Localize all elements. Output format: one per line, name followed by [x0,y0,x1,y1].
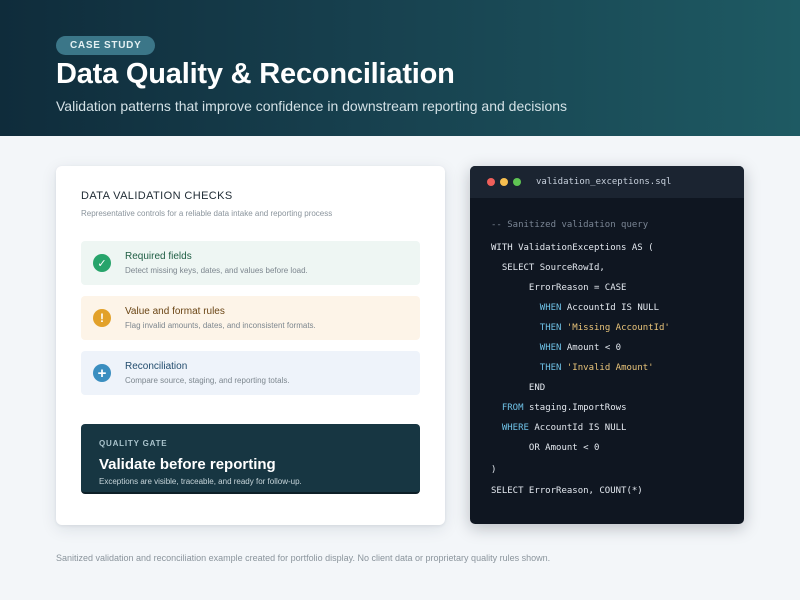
code-window-titlebar: validation_exceptions.sql [470,166,744,198]
code-token: SELECT ErrorReason, COUNT(*) [491,486,643,496]
gate-description: Exceptions are visible, traceable, and r… [99,477,302,486]
code-token: WITH ValidationExceptions AS ( [491,243,654,253]
check-circle-icon: ✓ [93,254,111,272]
check-description: Flag invalid amounts, dates, and inconsi… [125,321,316,330]
code-line: WHEN AccountId IS NULL [491,303,659,317]
check-label: Reconciliation [125,361,188,372]
code-line: SELECT SourceRowId, [491,263,605,277]
code-token: staging.ImportRows [523,403,627,413]
close-window-dot [487,178,495,186]
page-title: Data Quality & Reconciliation [56,58,455,90]
card-title: DATA VALIDATION CHECKS [81,190,233,202]
code-token: WHERE [501,423,529,433]
footer-note: Sanitized validation and reconciliation … [56,553,551,563]
page-subtitle: Validation patterns that improve confide… [56,98,568,114]
code-token: SELECT SourceRowId, [491,263,605,273]
code-line: SELECT ErrorReason, COUNT(*) [491,486,643,500]
code-line: THEN 'Invalid Amount' [491,363,654,377]
code-token: AccountId IS NULL [561,303,660,313]
quality-gate-panel: QUALITY GATE Validate before reporting E… [81,424,420,494]
hero-banner: CASE STUDY Data Quality & Reconciliation… [0,0,800,136]
code-line: WHEN Amount < 0 [491,343,621,357]
check-description: Detect missing keys, dates, and values b… [125,266,308,275]
code-filename: validation_exceptions.sql [536,177,672,187]
code-token: THEN [539,363,562,373]
code-line: WITH ValidationExceptions AS ( [491,243,654,257]
code-token: WHEN [539,303,562,313]
check-description: Compare source, staging, and reporting t… [125,376,290,385]
code-line: END [491,383,545,397]
code-token: FROM [501,403,524,413]
code-token: -- Sanitized validation query [491,220,649,230]
code-token: 'Invalid Amount' [566,363,654,373]
code-token: ) [491,465,497,475]
validation-card: DATA VALIDATION CHECKS Representative co… [56,166,445,525]
code-token: OR Amount < 0 [491,443,600,453]
check-label: Value and format rules [125,306,225,317]
card-subtitle: Representative controls for a reliable d… [81,209,333,218]
gate-title: Validate before reporting [99,456,276,473]
code-token: ErrorReason = CASE [491,283,627,293]
code-line: THEN 'Missing AccountId' [491,323,670,337]
code-line: WHERE AccountId IS NULL [491,423,627,437]
code-window: validation_exceptions.sql -- Sanitized v… [470,166,744,524]
minimize-window-dot [500,178,508,186]
check-reconciliation: + Reconciliation Compare source, staging… [81,351,420,395]
code-line: ) [491,465,496,479]
code-token: END [491,383,546,393]
check-label: Required fields [125,251,192,262]
check-required-fields: ✓ Required fields Detect missing keys, d… [81,241,420,285]
code-token: Amount < 0 [561,343,622,353]
check-value-format-rules: ! Value and format rules Flag invalid am… [81,296,420,340]
code-line: OR Amount < 0 [491,443,599,457]
code-line: FROM staging.ImportRows [491,403,627,417]
code-token: 'Missing AccountId' [566,323,670,333]
code-line: -- Sanitized validation query [491,220,648,234]
code-line: ErrorReason = CASE [491,283,627,297]
code-token: WHEN [539,343,562,353]
gate-kicker: QUALITY GATE [99,439,168,448]
code-token: AccountId IS NULL [528,423,627,433]
warning-circle-icon: ! [93,309,111,327]
code-token: THEN [539,323,562,333]
maximize-window-dot [513,178,521,186]
case-study-badge: CASE STUDY [56,36,156,55]
plus-circle-icon: + [93,364,111,382]
